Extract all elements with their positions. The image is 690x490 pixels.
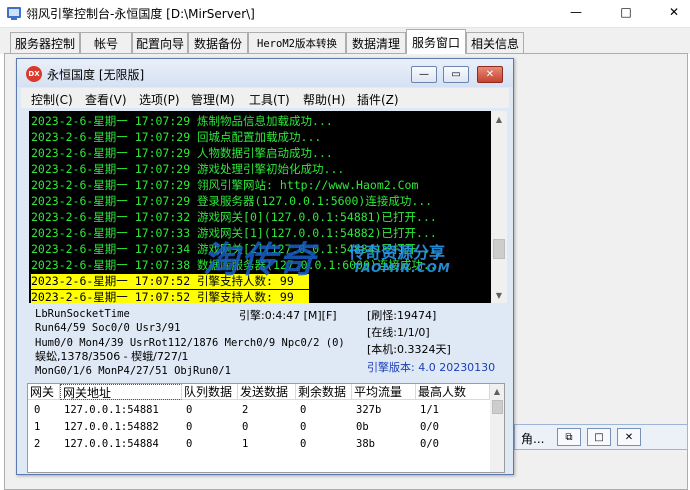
refresh-count: [刷怪:19474] [367, 309, 437, 322]
minimized-window-label: 角... [521, 432, 545, 446]
engine-window-title-bar[interactable]: DX 永恒国度 [无限版] — ▭ ✕ [17, 59, 513, 87]
col-sent[interactable]: 发送数据 [238, 384, 296, 400]
engine-window-title: 永恒国度 [无限版] [47, 68, 145, 82]
menu-tools[interactable]: 工具(T) [249, 91, 290, 108]
menu-view[interactable]: 查看(V) [85, 91, 127, 108]
cell-gateway: 0 [34, 404, 41, 416]
tab-account[interactable]: 帐号 [80, 32, 132, 53]
close-button[interactable]: ✕ [660, 2, 688, 22]
monster-stats: 蜈蚣,1378/3506 - 楔蛾/727/1 [35, 350, 189, 363]
cell-queue: 0 [186, 438, 193, 450]
log-line: 2023-2-6-星期一 17:07:33 游戏网关[1](127.0.0.1:… [31, 226, 437, 240]
log-line: 2023-2-6-星期一 17:07:52 引擎支持人数: 99 [31, 274, 309, 289]
table-row[interactable]: 0 127.0.0.1:54881 0 2 0 327b 1/1 [28, 402, 490, 419]
log-line: 2023-2-6-星期一 17:07:32 游戏网关[0](127.0.0.1:… [31, 210, 437, 224]
engine-stats: LbRunSocketTime 引擎:0:4:47 [M][F] [刷怪:194… [29, 305, 507, 383]
log-scrollbar[interactable]: ▲ ▼ [491, 111, 507, 303]
minimized-window[interactable]: 角... ⧉ □ ✕ [514, 424, 688, 450]
menu-help[interactable]: 帮助(H) [303, 91, 345, 108]
cell-address: 127.0.0.1:54882 [64, 421, 159, 433]
menu-plugins[interactable]: 插件(Z) [357, 91, 399, 108]
maximize-icon[interactable]: □ [587, 428, 611, 446]
cell-max-users: 1/1 [420, 404, 439, 416]
col-avg-traffic[interactable]: 平均流量 [352, 384, 416, 400]
restore-icon[interactable]: ⧉ [557, 428, 581, 446]
engine-close-button[interactable]: ✕ [477, 66, 503, 83]
local-uptime: [本机:0.3324天] [367, 343, 451, 356]
cell-avg-traffic: 0b [356, 421, 369, 433]
log-line: 2023-2-6-星期一 17:07:29 回城点配置加载成功... [31, 130, 322, 144]
table-row[interactable]: 1 127.0.0.1:54882 0 0 0 0b 0/0 [28, 419, 490, 436]
run-stats: Run64/59 Soc0/0 Usr3/91 [35, 322, 181, 334]
online-count: [在线:1/1/0] [367, 326, 430, 339]
cell-queue: 0 [186, 421, 193, 433]
cell-sent: 1 [242, 438, 249, 450]
table-row[interactable]: 2 127.0.0.1:54884 0 1 0 38b 0/0 [28, 436, 490, 453]
engine-menu-bar: 控制(C) 查看(V) 选项(P) 管理(M) 工具(T) 帮助(H) 插件(Z… [21, 88, 509, 108]
dx-logo-icon: DX [26, 66, 42, 82]
col-max-users[interactable]: 最高人数 [416, 384, 490, 400]
engine-time: 引擎:0:4:47 [M][F] [239, 309, 337, 322]
tab-config-wizard[interactable]: 配置向导 [132, 32, 188, 53]
tab-data-backup[interactable]: 数据备份 [188, 32, 248, 53]
hum-stats: Hum0/0 Mon4/39 UsrRot112/1876 Merch0/9 N… [35, 337, 345, 349]
engine-minimize-button[interactable]: — [411, 66, 437, 83]
scroll-down-icon[interactable]: ▼ [492, 288, 506, 302]
log-line: 2023-2-6-星期一 17:07:52 引擎支持人数: 99 [31, 290, 309, 303]
menu-control[interactable]: 控制(C) [31, 91, 73, 108]
cell-remaining: 0 [300, 421, 307, 433]
col-address[interactable]: 网关地址 [60, 384, 182, 400]
cell-sent: 0 [242, 421, 249, 433]
log-line: 2023-2-6-星期一 17:07:29 游戏处理引擎初始化成功... [31, 162, 345, 176]
engine-maximize-button[interactable]: ▭ [443, 66, 469, 83]
cell-remaining: 0 [300, 404, 307, 416]
gateway-table-header: 网关 网关地址 队列数据 发送数据 剩余数据 平均流量 最高人数 [28, 384, 490, 400]
window-title: 翎风引擎控制台-永恒国度 [D:\MirServer\] [26, 7, 255, 21]
cell-address: 127.0.0.1:54881 [64, 404, 159, 416]
menu-options[interactable]: 选项(P) [139, 91, 180, 108]
cell-max-users: 0/0 [420, 438, 439, 450]
tab-service-window[interactable]: 服务窗口 [406, 29, 466, 54]
tab-data-cleanup[interactable]: 数据清理 [346, 32, 406, 53]
log-line: 2023-2-6-星期一 17:07:29 人物数据引擎启动成功... [31, 146, 333, 160]
close-icon[interactable]: ✕ [617, 428, 641, 446]
gateway-scrollbar[interactable]: ▲ [490, 384, 504, 472]
col-gateway[interactable]: 网关 [28, 384, 60, 400]
cell-queue: 0 [186, 404, 193, 416]
tab-herom2-convert[interactable]: HeroM2版本转换 [248, 32, 346, 53]
main-tab-bar: 服务器控制 帐号 配置向导 数据备份 HeroM2版本转换 数据清理 服务窗口 … [0, 28, 690, 54]
log-line: 2023-2-6-星期一 17:07:29 翎风引擎网站: http://www… [31, 178, 419, 192]
app-icon [7, 7, 21, 20]
cell-address: 127.0.0.1:54884 [64, 438, 159, 450]
cell-max-users: 0/0 [420, 421, 439, 433]
gateway-table[interactable]: 网关 网关地址 队列数据 发送数据 剩余数据 平均流量 最高人数 0 127.0.… [27, 383, 505, 473]
tab-server-control[interactable]: 服务器控制 [10, 32, 80, 53]
engine-window: DX 永恒国度 [无限版] — ▭ ✕ 控制(C) 查看(V) 选项(P) 管理… [16, 58, 514, 475]
cell-avg-traffic: 327b [356, 404, 382, 416]
gateway-scroll-up-icon[interactable]: ▲ [490, 384, 504, 398]
cell-gateway: 1 [34, 421, 41, 433]
cell-avg-traffic: 38b [356, 438, 375, 450]
cell-remaining: 0 [300, 438, 307, 450]
engine-version: 引擎版本: 4.0 20230130 [367, 361, 496, 374]
menu-manage[interactable]: 管理(M) [191, 91, 235, 108]
col-remaining[interactable]: 剩余数据 [296, 384, 352, 400]
log-line: 2023-2-6-星期一 17:07:38 数据库服务器(127.0.0.1:6… [31, 258, 444, 272]
tab-related-info[interactable]: 相关信息 [466, 32, 524, 53]
run-socket-time: LbRunSocketTime [35, 308, 130, 320]
minimize-button[interactable]: — [562, 2, 590, 22]
outer-title-bar[interactable]: 翎风引擎控制台-永恒国度 [D:\MirServer\] — □ ✕ [0, 0, 690, 28]
log-line: 2023-2-6-星期一 17:07:29 炼制物品信息加载成功... [31, 114, 333, 128]
log-line: 2023-2-6-星期一 17:07:29 登录服务器(127.0.0.1:56… [31, 194, 433, 208]
console-log[interactable]: 2023-2-6-星期一 17:07:29 炼制物品信息加载成功... 2023-… [29, 111, 507, 303]
gateway-scroll-thumb[interactable] [492, 400, 503, 414]
log-line: 2023-2-6-星期一 17:07:34 游戏网关[2](127.0.0.1:… [31, 242, 437, 256]
cell-gateway: 2 [34, 438, 41, 450]
mon-stats: MonG0/1/6 MonP4/27/51 ObjRun0/1 [35, 365, 231, 377]
log-scroll-thumb[interactable] [493, 239, 505, 259]
cell-sent: 2 [242, 404, 249, 416]
scroll-up-icon[interactable]: ▲ [492, 112, 506, 126]
maximize-button[interactable]: □ [612, 2, 640, 22]
col-queue[interactable]: 队列数据 [182, 384, 238, 400]
